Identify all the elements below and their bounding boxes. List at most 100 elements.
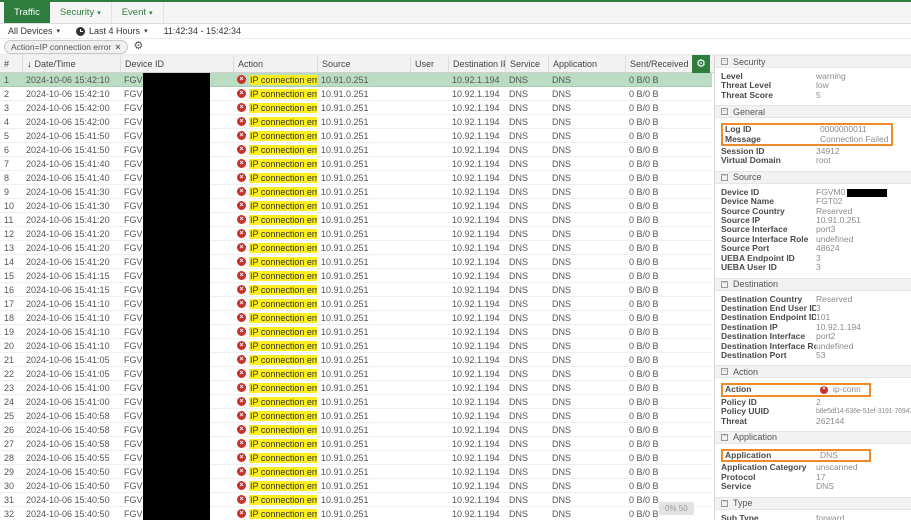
table-row[interactable]: 5 2024-10-06 15:41:50 FGVM0 × IP connection … [0,129,712,143]
row-source: 10.91.0.251 [321,410,369,421]
detail-row: Destination Port 53 [721,350,905,360]
detail-label: Application Category [721,463,807,473]
table-row[interactable]: 28 2024-10-06 15:40:55 FGVM0 × IP connection… [0,451,712,465]
close-icon[interactable]: × [115,42,120,52]
collapse-icon[interactable]: − [721,280,728,288]
table-row[interactable]: 22 2024-10-06 15:41:05 FGVM0 × IP connection… [0,367,712,381]
row-destination-ip: 10.92.1.194 [452,256,500,267]
time-filter-dropdown[interactable]: Last 4 Hours ▾ [76,26,148,36]
col-header-service[interactable]: Service [505,55,548,72]
col-header-device-id[interactable]: Device ID [120,55,233,72]
table-row[interactable]: 26 2024-10-06 15:40:58 FGVM0 × IP connection… [0,423,712,437]
table-row[interactable]: 15 2024-10-06 15:41:15 FGVM0 × IP connection… [0,269,712,283]
row-action: ×IP connection error [233,395,317,408]
row-source: 10.91.0.251 [321,186,369,197]
col-header-action[interactable]: Action [233,55,317,72]
collapse-icon[interactable]: − [721,58,728,65]
row-datetime: 2024-10-06 15:41:20 [26,242,110,253]
section-header[interactable]: − Destination [715,277,911,291]
row-destination-ip: 10.92.1.194 [452,144,500,155]
detail-label: Threat [721,416,747,426]
row-user [410,325,448,338]
detail-row: Source Interface Role undefined [721,234,905,244]
detail-row: Policy UUIDb8e5df14-636e-51ef-3191-76947… [721,407,911,416]
table-row[interactable]: 2 2024-10-06 15:42:10 FGVM0 × IP connection … [0,87,712,101]
error-icon: × [237,75,246,84]
table-row[interactable]: 24 2024-10-06 15:41:00 FGVM0 × IP connection… [0,395,712,409]
row-destination-ip: 10.92.1.194 [452,116,500,127]
collapse-icon[interactable]: − [721,499,728,507]
action-label: IP connection error [249,88,317,99]
section-header[interactable]: − Security [715,55,911,68]
row-destination-ip: 10.92.1.194 [452,354,500,365]
col-header-sent-received[interactable]: Sent/Received [625,55,692,72]
table-row[interactable]: 3 2024-10-06 15:42:00 FGVM0 × IP connection … [0,101,712,115]
detail-row: Session ID 34912 [721,146,905,156]
table-row[interactable]: 29 2024-10-06 15:40:50 FGVM0 × IP connection… [0,465,712,479]
table-row[interactable]: 18 2024-10-06 15:41:10 FGVM0 × IP connection… [0,311,712,325]
row-action: ×IP connection error [233,353,317,366]
col-header-application[interactable]: Application [548,55,625,72]
collapse-icon[interactable]: − [721,108,728,116]
filter-chip[interactable]: Action=IP connection error × [4,39,128,54]
filter-settings-icon[interactable]: ⚙ [134,41,144,52]
row-user [410,171,448,184]
row-datetime: 2024-10-06 15:42:10 [26,74,110,85]
detail-label: Protocol [721,472,756,482]
column-settings-button[interactable]: ⚙ [692,54,710,73]
table-row[interactable]: 20 2024-10-06 15:41:10 FGVM0 × IP connection… [0,339,712,353]
table-row[interactable]: 25 2024-10-06 15:40:58 FGVM0 × IP connection… [0,409,712,423]
table-row[interactable]: 23 2024-10-06 15:41:00 FGVM0 × IP connection… [0,381,712,395]
col-header-datetime[interactable]: ↓ Date/Time [22,55,120,72]
row-action: ×IP connection error [233,269,317,282]
row-user [410,101,448,114]
row-application: DNS [552,74,572,85]
table-row[interactable]: 4 2024-10-06 15:42:00 FGVM0 × IP connection … [0,115,712,129]
col-header-destination-ip[interactable]: Destination IP [448,55,505,72]
row-source: 10.91.0.251 [321,130,369,141]
detail-label: Source Country [721,206,785,216]
table-row[interactable]: 19 2024-10-06 15:41:10 FGVM0 × IP connection… [0,325,712,339]
collapse-icon[interactable]: − [721,433,728,441]
col-header-user[interactable]: User [410,55,448,72]
detail-value: ip-conn [833,384,861,395]
section-header[interactable]: − Application [715,430,911,444]
table-row[interactable]: 1 2024-10-06 15:42:10 FGVM0 × IP connection … [0,73,712,87]
table-row[interactable]: 6 2024-10-06 15:41:50 FGVM0 × IP connection … [0,143,712,157]
table-row[interactable]: 31 2024-10-06 15:40:50 FGVM0 × IP connection… [0,493,712,507]
section-header[interactable]: − General [715,105,911,119]
table-row[interactable]: 9 2024-10-06 15:41:30 FGVM0 × IP connection … [0,185,712,199]
collapse-icon[interactable]: − [721,368,728,376]
section-header[interactable]: − Type [715,496,911,510]
table-row[interactable]: 11 2024-10-06 15:41:20 FGVM0 × IP connection… [0,213,712,227]
table-row[interactable]: 32 2024-10-06 15:40:50 FGVM0 × IP connection… [0,507,712,520]
row-service: DNS [509,214,529,225]
device-filter-dropdown[interactable]: All Devices ▾ [8,26,60,36]
col-header-num[interactable]: # [0,55,22,72]
section-title: Action [733,366,759,377]
table-row[interactable]: 13 2024-10-06 15:41:20 FGVM0 × IP connection… [0,241,712,255]
section-header[interactable]: − Action [715,365,911,379]
detail-label: Policy ID [721,397,757,407]
table-row[interactable]: 10 2024-10-06 15:41:30 FGVM0 × IP connection… [0,199,712,213]
table-row[interactable]: 14 2024-10-06 15:41:20 FGVM0 × IP connection… [0,255,712,269]
tab-event[interactable]: Event ▾ [112,2,164,23]
section-header[interactable]: − Source [715,170,911,184]
row-action: ×IP connection error [233,479,317,492]
collapse-icon[interactable]: − [721,173,728,181]
table-row[interactable]: 7 2024-10-06 15:41:40 FGVM0 × IP connection … [0,157,712,171]
tab-security[interactable]: Security ▾ [50,2,112,23]
row-datetime: 2024-10-06 15:41:05 [26,368,110,379]
time-span-text: 11:42:34 - 15:42:34 [163,26,241,36]
col-header-source[interactable]: Source [317,55,410,72]
table-row[interactable]: 30 2024-10-06 15:40:50 FGVM0 × IP connection… [0,479,712,493]
row-service: DNS [509,102,529,113]
table-row[interactable]: 27 2024-10-06 15:40:58 FGVM0 × IP connection… [0,437,712,451]
row-destination-ip: 10.92.1.194 [452,284,500,295]
table-row[interactable]: 17 2024-10-06 15:41:10 FGVM0 × IP connection… [0,297,712,311]
table-row[interactable]: 16 2024-10-06 15:41:15 FGVM0 × IP connection… [0,283,712,297]
table-row[interactable]: 8 2024-10-06 15:41:40 FGVM0 × IP connection … [0,171,712,185]
table-row[interactable]: 12 2024-10-06 15:41:20 FGVM0 × IP connection… [0,227,712,241]
table-row[interactable]: 21 2024-10-06 15:41:05 FGVM0 × IP connection… [0,353,712,367]
tab-traffic[interactable]: Traffic [4,2,50,23]
